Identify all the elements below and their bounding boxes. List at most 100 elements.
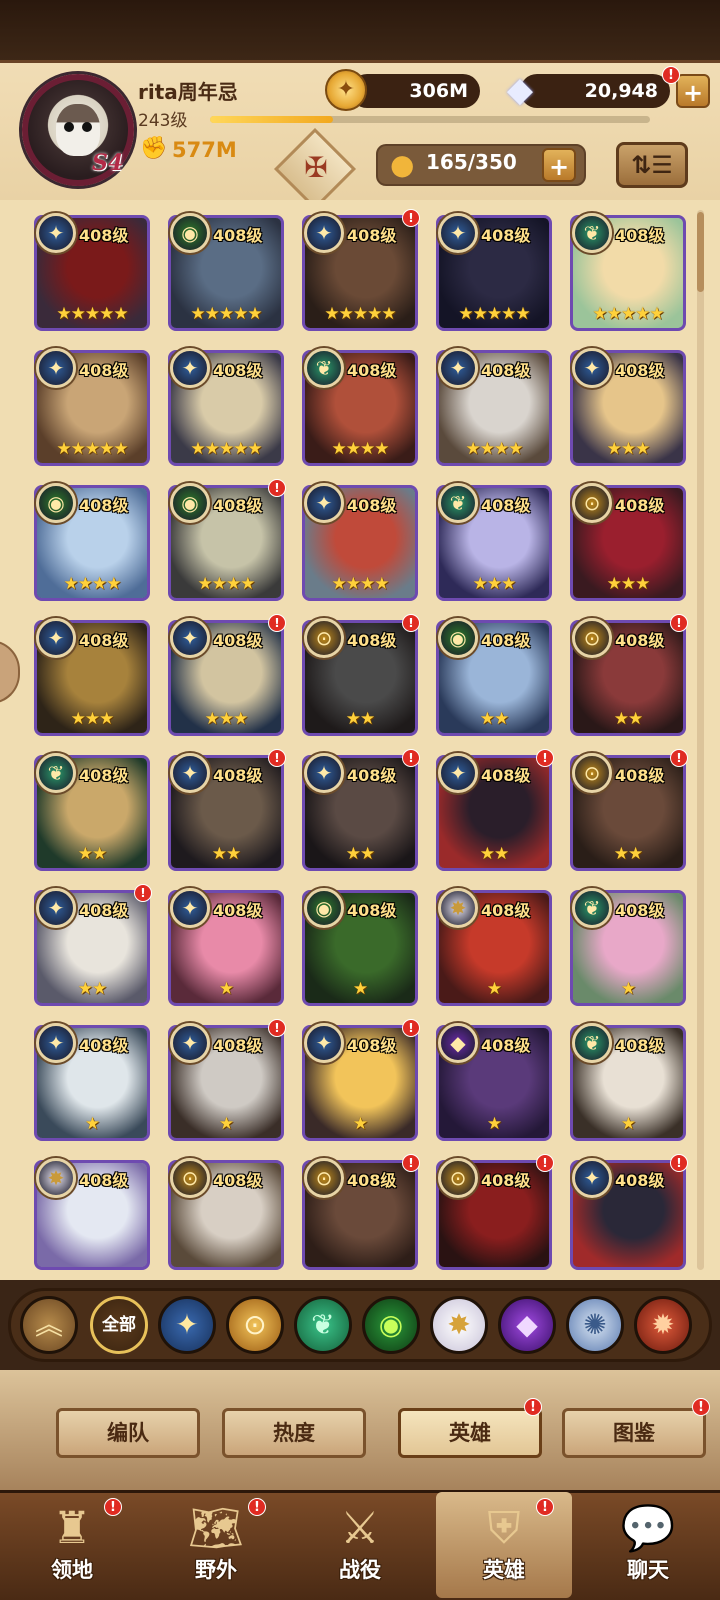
- notification-dot: !: [662, 66, 680, 84]
- wilder-faction-icon: ◉: [438, 618, 478, 658]
- forsaken-faction-icon[interactable]: ✹: [634, 1296, 692, 1354]
- celestial-faction-icon: ✦: [438, 348, 478, 388]
- notification-dot: !: [402, 1019, 420, 1037]
- hero-level: 408级: [213, 226, 263, 245]
- gem-counter: 20,948: [520, 74, 670, 108]
- hero-level: 408级: [481, 361, 531, 380]
- dimensional-faction-icon: ✸: [36, 1158, 76, 1198]
- dimensional-faction-icon[interactable]: ✺: [566, 1296, 624, 1354]
- lightbearer-faction-icon: ✦: [572, 348, 612, 388]
- notification-dot: !: [670, 1154, 688, 1172]
- fist-icon: ✊: [140, 136, 168, 161]
- notification-dot: !: [268, 614, 286, 632]
- graveborn-faction-icon: ⊙: [572, 483, 612, 523]
- chat-bubble-icon: 💬: [620, 1503, 676, 1554]
- star-rating: ★★★★: [465, 439, 524, 459]
- star-rating: ★★: [345, 844, 375, 864]
- celestial-faction-icon: ✦: [304, 213, 344, 253]
- notification-dot: !: [670, 749, 688, 767]
- hypogean-faction-icon[interactable]: ◆: [498, 1296, 556, 1354]
- expand-capacity-button[interactable]: +: [542, 148, 576, 182]
- star-rating: ★★★★★: [458, 304, 530, 324]
- player-power: 577M: [172, 138, 237, 162]
- star-rating: ★★★★: [331, 439, 390, 459]
- graveborn-faction-icon: ⊙: [170, 1158, 210, 1198]
- graveborn-faction-icon[interactable]: ◉: [362, 1296, 420, 1354]
- status-area: [0, 0, 720, 60]
- tab-popularity[interactable]: 热度: [222, 1408, 366, 1458]
- hero-level: 408级: [481, 631, 531, 650]
- notification-dot: !: [402, 1154, 420, 1172]
- hero-level: 408级: [615, 361, 665, 380]
- lightbearer-faction-icon[interactable]: ✦: [158, 1296, 216, 1354]
- nav-label: 领地: [51, 1558, 93, 1582]
- star-rating: ★★★★: [197, 574, 256, 594]
- helmet-sword-icon: ⛨: [487, 1503, 521, 1554]
- hero-level: 408级: [79, 1171, 129, 1190]
- person-icon: ●: [390, 148, 415, 181]
- hero-level: 408级: [481, 226, 531, 245]
- wilder-faction-icon: ◉: [170, 483, 210, 523]
- tab-codex[interactable]: 图鉴: [562, 1408, 706, 1458]
- notification-dot: !: [536, 749, 554, 767]
- wilder-faction-icon: ◉: [170, 213, 210, 253]
- tab-formation[interactable]: 编队: [56, 1408, 200, 1458]
- hero-level: 408级: [481, 766, 531, 785]
- notification-dot: !: [536, 1498, 554, 1516]
- star-rating: ★: [218, 1114, 234, 1134]
- mauler-faction-icon[interactable]: ⊙: [226, 1296, 284, 1354]
- hero-level: 408级: [79, 226, 129, 245]
- hero-level: 408级: [615, 766, 665, 785]
- sort-button[interactable]: ⇅☰: [616, 142, 688, 188]
- hero-level: 408级: [347, 1036, 397, 1055]
- hero-level: 408级: [615, 1036, 665, 1055]
- star-rating: ★★: [77, 844, 107, 864]
- lightbearer-faction-icon: ✦: [36, 1023, 76, 1063]
- nav-label: 聊天: [627, 1558, 669, 1582]
- verdant-faction-icon: ❦: [438, 483, 478, 523]
- notification-dot: !: [248, 1498, 266, 1516]
- filter-all-button[interactable]: 全部: [90, 1296, 148, 1354]
- star-rating: ★: [486, 979, 502, 999]
- nav-label: 战役: [339, 1558, 381, 1582]
- celestial-faction-icon: ✦: [36, 888, 76, 928]
- hero-level: 408级: [347, 901, 397, 920]
- castle-icon: ♜: [52, 1503, 92, 1554]
- add-gems-button[interactable]: +: [676, 74, 710, 108]
- notification-dot: !: [268, 1019, 286, 1037]
- notification-dot: !: [536, 1154, 554, 1172]
- hero-capacity: 165/350: [426, 150, 517, 174]
- player-level: 243级: [138, 111, 188, 131]
- wilder-faction-icon: ◉: [36, 483, 76, 523]
- nav-campaign[interactable]: ⚔ 战役: [292, 1492, 428, 1598]
- tab-heroes[interactable]: 英雄: [398, 1408, 542, 1458]
- gold-counter: 306M: [350, 74, 480, 108]
- star-rating: ★: [218, 979, 234, 999]
- celestial-faction-icon: ✦: [438, 213, 478, 253]
- graveborn-faction-icon: ⊙: [572, 618, 612, 658]
- notification-dot: !: [402, 614, 420, 632]
- lightbearer-faction-icon: ✦: [170, 1023, 210, 1063]
- rank-filter-chevron-icon[interactable]: ︽: [20, 1296, 78, 1354]
- celestial-faction-icon[interactable]: ✸: [430, 1296, 488, 1354]
- hero-level: 408级: [79, 496, 129, 515]
- wilder-faction-icon[interactable]: ❦: [294, 1296, 352, 1354]
- scrollbar-thumb[interactable]: [697, 212, 704, 292]
- verdant-faction-icon: ❦: [572, 888, 612, 928]
- player-name: rita周年忌: [138, 80, 238, 104]
- hero-level: 408级: [213, 496, 263, 515]
- nav-chat[interactable]: 💬 聊天: [580, 1492, 716, 1598]
- star-rating: ★★★: [472, 574, 517, 594]
- sword-wings-icon: ⚔: [340, 1503, 380, 1554]
- lightbearer-faction-icon: ✦: [170, 753, 210, 793]
- lightbearer-faction-icon: ✦: [304, 1023, 344, 1063]
- dimensional-faction-icon: ✸: [438, 888, 478, 928]
- diamond-icon: ◆: [506, 70, 534, 110]
- star-rating: ★★★★★: [324, 304, 396, 324]
- star-rating: ★★★: [70, 709, 115, 729]
- notification-dot: !: [268, 749, 286, 767]
- scrollbar-track[interactable]: [697, 210, 704, 1270]
- notification-dot: !: [670, 614, 688, 632]
- map-scroll-icon: 🗺: [188, 1503, 244, 1554]
- star-rating: ★: [352, 1114, 368, 1134]
